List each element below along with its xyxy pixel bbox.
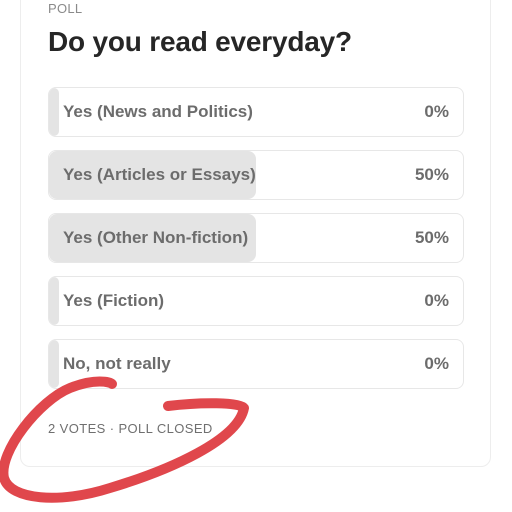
poll-option-label: Yes (Fiction) <box>63 291 165 310</box>
poll-option-percent: 0% <box>424 291 449 310</box>
poll-option-percent: 50% <box>414 228 449 247</box>
poll-option-label: Yes (Other Non-fiction) <box>63 228 249 247</box>
poll-option-bar <box>49 340 59 388</box>
poll-option-label: No, not really <box>63 354 171 373</box>
poll-option-percent: 0% <box>424 102 449 121</box>
poll-option-label: Yes (News and Politics) <box>63 102 253 121</box>
poll-option-other-nonfiction: Yes (Other Non-fiction) 50% <box>48 213 464 263</box>
poll-option-percent: 50% <box>414 165 449 184</box>
poll-option-not-really: No, not really 0% <box>48 339 464 389</box>
poll-question: Do you read everyday? <box>48 26 352 57</box>
poll-options: Yes (News and Politics) 0% Yes (Articles… <box>48 87 464 402</box>
poll-option-bar <box>49 88 59 136</box>
poll-status-footer: 2 VOTES · POLL CLOSED <box>48 421 213 436</box>
poll-option-bar <box>49 277 59 325</box>
poll-option-news-politics: Yes (News and Politics) 0% <box>48 87 464 137</box>
poll-screen: POLL Do you read everyday? Yes (News and… <box>0 0 512 512</box>
poll-option-articles-essays: Yes (Articles or Essays) 50% <box>48 150 464 200</box>
poll-option-label: Yes (Articles or Essays) <box>63 165 256 184</box>
poll-option-fiction: Yes (Fiction) 0% <box>48 276 464 326</box>
poll-kicker: POLL <box>48 1 83 16</box>
poll-option-percent: 0% <box>424 354 449 373</box>
